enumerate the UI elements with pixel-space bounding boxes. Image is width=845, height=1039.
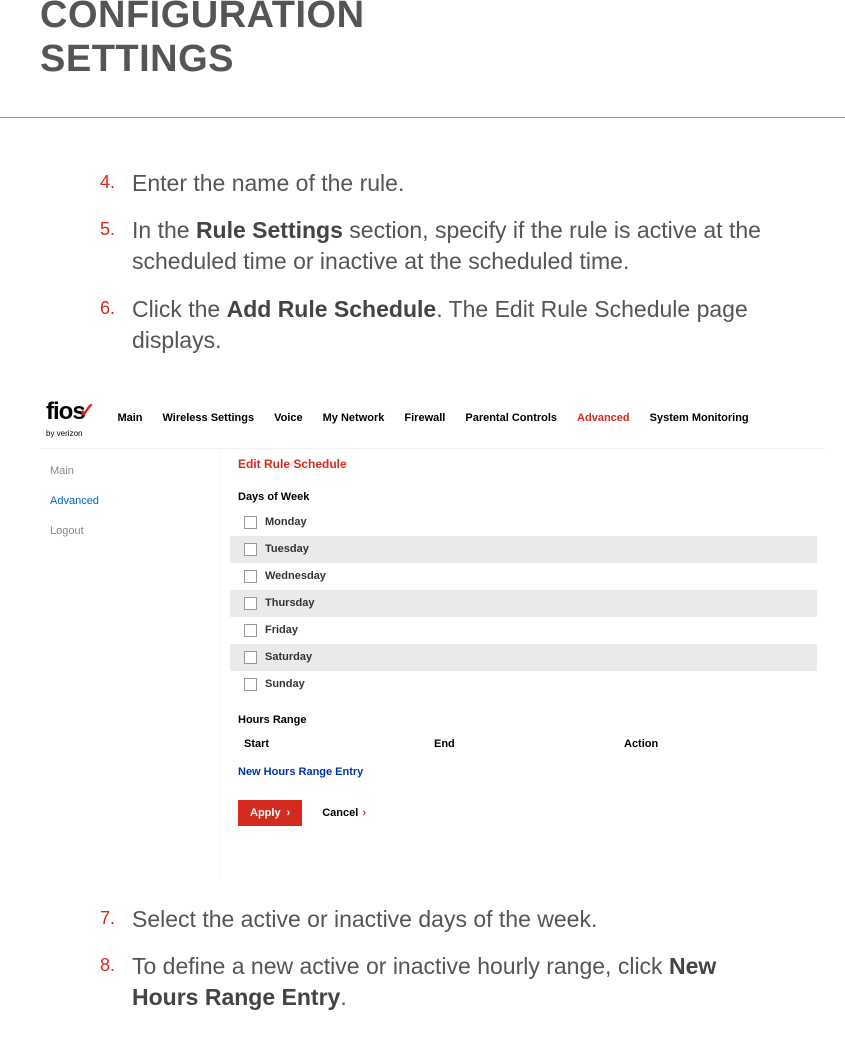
main-panel: Edit Rule Schedule Days of Week Monday T… [220,449,825,878]
chevron-right-icon: › [287,807,291,819]
step-5: 5. In the Rule Settings section, specify… [100,215,775,277]
router-ui-screenshot: fios ✓ by verizon Main Wireless Settings… [40,392,825,878]
day-row-tuesday: Tuesday [230,536,817,563]
day-label: Friday [265,624,298,636]
new-hours-range-entry-link[interactable]: New Hours Range Entry [230,756,817,794]
step-6: 6. Click the Add Rule Schedule. The Edit… [100,294,775,356]
steps-after: 7. Select the active or inactive days of… [100,904,775,1013]
nav-advanced[interactable]: Advanced [577,412,630,424]
nav-system-monitoring[interactable]: System Monitoring [650,412,749,424]
step-8: 8. To define a new active or inactive ho… [100,951,775,1013]
col-action: Action [624,738,658,750]
day-row-monday: Monday [230,509,817,536]
step-text: Enter the name of the rule. [132,168,404,199]
day-row-saturday: Saturday [230,644,817,671]
checkbox-wednesday[interactable] [244,570,257,583]
step-number: 4. [100,168,132,199]
step-number: 7. [100,904,132,935]
day-label: Sunday [265,678,305,690]
hours-table-header: Start End Action [230,732,817,756]
day-label: Wednesday [265,570,326,582]
checkbox-thursday[interactable] [244,597,257,610]
page-title: CONFIGURATION SETTINGS [40,0,805,81]
step-number: 5. [100,215,132,277]
logo-subtext: by verizon [46,429,95,438]
apply-label: Apply [250,807,281,819]
checkbox-monday[interactable] [244,516,257,529]
day-label: Thursday [265,597,315,609]
cancel-link[interactable]: Cancel › [322,807,366,819]
checkbox-sunday[interactable] [244,678,257,691]
sidebar-item-main[interactable]: Main [50,465,209,477]
horizontal-divider [0,117,845,118]
step-7: 7. Select the active or inactive days of… [100,904,775,935]
step-4: 4. Enter the name of the rule. [100,168,775,199]
checkbox-saturday[interactable] [244,651,257,664]
day-label: Saturday [265,651,312,663]
top-nav: Main Wireless Settings Voice My Network … [117,412,748,424]
checkbox-friday[interactable] [244,624,257,637]
day-label: Tuesday [265,543,309,555]
day-row-thursday: Thursday [230,590,817,617]
steps-before: 4. Enter the name of the rule. 5. In the… [100,168,775,355]
button-row: Apply › Cancel › [230,794,817,832]
nav-parental-controls[interactable]: Parental Controls [465,412,557,424]
chevron-right-icon: › [362,807,366,819]
col-end: End [434,738,624,750]
fios-logo: fios ✓ by verizon [46,398,95,438]
step-text: Click the Add Rule Schedule. The Edit Ru… [132,294,775,356]
step-text: In the Rule Settings section, specify if… [132,215,775,277]
title-line2: SETTINGS [40,38,805,82]
title-line1: CONFIGURATION [40,0,805,38]
ui-body: Main Advanced Logout Edit Rule Schedule … [40,448,825,878]
day-row-friday: Friday [230,617,817,644]
col-start: Start [244,738,434,750]
sidebar-item-advanced[interactable]: Advanced [50,495,209,507]
step-number: 6. [100,294,132,356]
check-icon: ✓ [79,398,96,423]
days-of-week-label: Days of Week [230,485,817,509]
top-bar: fios ✓ by verizon Main Wireless Settings… [40,392,825,448]
nav-firewall[interactable]: Firewall [404,412,445,424]
cancel-label: Cancel [322,807,358,819]
panel-title: Edit Rule Schedule [230,449,817,485]
sidebar-item-logout[interactable]: Logout [50,525,209,537]
apply-button[interactable]: Apply › [238,800,302,826]
nav-my-network[interactable]: My Network [323,412,385,424]
checkbox-tuesday[interactable] [244,543,257,556]
nav-wireless-settings[interactable]: Wireless Settings [163,412,255,424]
day-row-sunday: Sunday [230,671,817,698]
step-number: 8. [100,951,132,1013]
nav-main[interactable]: Main [117,412,142,424]
day-label: Monday [265,516,307,528]
hours-range-label: Hours Range [230,708,817,732]
step-text: Select the active or inactive days of th… [132,904,597,935]
step-text: To define a new active or inactive hourl… [132,951,775,1013]
day-row-wednesday: Wednesday [230,563,817,590]
nav-voice[interactable]: Voice [274,412,303,424]
sidebar: Main Advanced Logout [40,449,220,878]
